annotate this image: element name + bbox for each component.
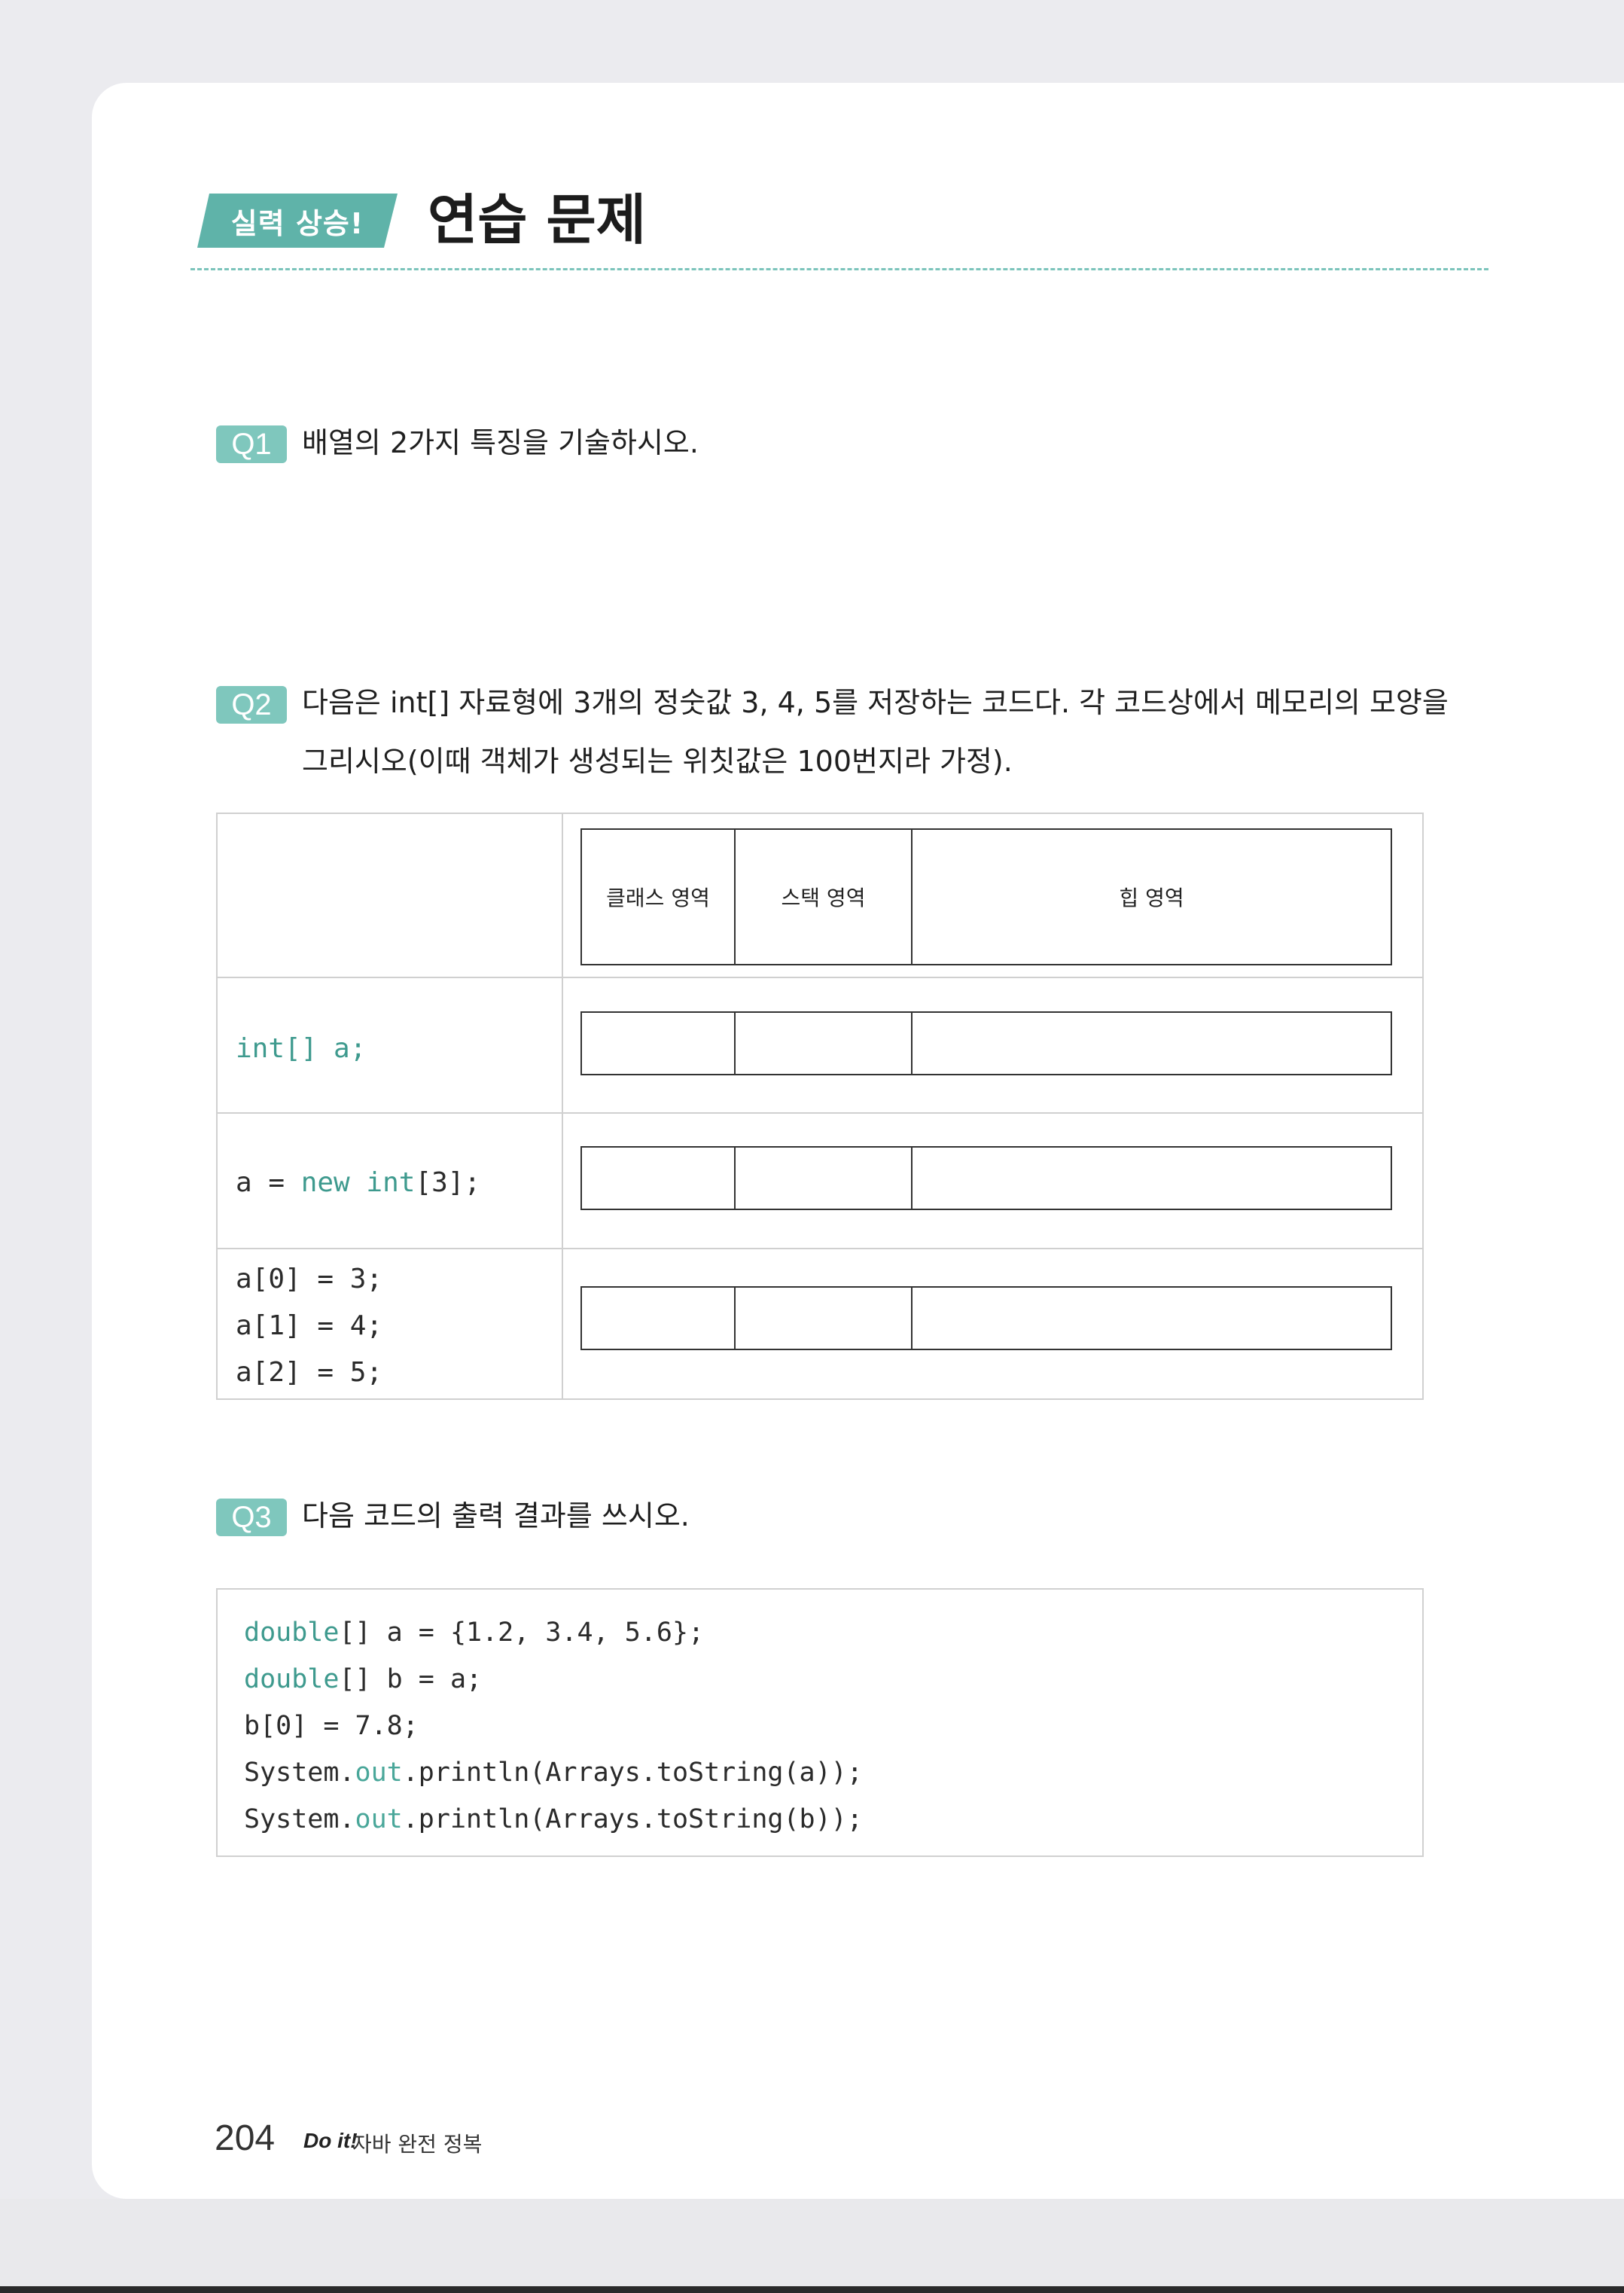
stack-area-header: 스택 영역 bbox=[736, 830, 913, 964]
memory-row2-box bbox=[580, 1146, 1392, 1210]
code-line-2: double[] b = a; bbox=[244, 1664, 483, 1694]
table-column-divider bbox=[562, 814, 563, 1398]
q2-badge: Q2 bbox=[216, 686, 287, 724]
class-area-cell bbox=[582, 1148, 736, 1209]
section-badge: 실력 상승! bbox=[197, 194, 398, 248]
heap-area-cell bbox=[913, 1288, 1391, 1349]
class-area-cell bbox=[582, 1013, 736, 1074]
memory-row1-box bbox=[580, 1011, 1392, 1075]
q2-text-line2: 그리시오(이때 객체가 생성되는 위칫값은 100번지라 가정). bbox=[302, 745, 1013, 778]
memory-table: 클래스 영역 스택 영역 힙 영역 int[] a; a = new int[3… bbox=[216, 813, 1424, 1400]
row2-code-text: a = new int[3]; bbox=[236, 1167, 481, 1198]
code-line: System.out.println(Arrays.toString(a)); bbox=[244, 1749, 863, 1796]
class-area-cell bbox=[582, 1288, 736, 1349]
page-bottom-margin bbox=[0, 2199, 1624, 2293]
q3-badge: Q3 bbox=[216, 1499, 287, 1536]
code-line-4: System.out.println(Arrays.toString(a)); bbox=[244, 1758, 863, 1788]
book-brand-logo: Do it! bbox=[303, 2129, 358, 2152]
code-line: double[] b = a; bbox=[244, 1656, 482, 1703]
stack-area-cell bbox=[736, 1288, 913, 1349]
q1-text: 배열의 2가지 특징을 기술하시오. bbox=[302, 426, 699, 459]
class-area-header: 클래스 영역 bbox=[582, 830, 736, 964]
book-title: 자바 완전 정복 bbox=[352, 2132, 483, 2157]
q3-text: 다음 코드의 출력 결과를 쓰시오. bbox=[302, 1499, 690, 1532]
section-title: 연습 문제 bbox=[428, 188, 647, 252]
row3-code-line3: a[2] = 5; bbox=[236, 1357, 383, 1388]
code-line: b[0] = 7.8; bbox=[244, 1703, 419, 1749]
heap-area-header: 힙 영역 bbox=[1119, 886, 1184, 910]
row1-code: int[] a; bbox=[236, 1026, 366, 1072]
code-line: System.out.println(Arrays.toString(b)); bbox=[244, 1796, 863, 1843]
row3-code-line1: a[0] = 3; bbox=[236, 1264, 383, 1294]
code-line-3: b[0] = 7.8; bbox=[244, 1711, 419, 1741]
stack-area-cell bbox=[736, 1013, 913, 1074]
table-row-divider bbox=[218, 977, 1422, 978]
row1-code-text: int[] a; bbox=[236, 1033, 367, 1064]
code-line-5: System.out.println(Arrays.toString(b)); bbox=[244, 1804, 863, 1834]
header-divider bbox=[190, 268, 1488, 270]
heap-area-cell bbox=[913, 1148, 1391, 1209]
scan-edge bbox=[0, 2286, 1624, 2293]
memory-header-box: 클래스 영역 스택 영역 힙 영역 bbox=[580, 828, 1392, 965]
row3-code-line2: a[1] = 4; bbox=[236, 1310, 383, 1341]
q2-text-line1: 다음은 int[] 자료형에 3개의 정숫값 3, 4, 5를 저장하는 코드다… bbox=[302, 686, 1449, 719]
table-row-divider bbox=[218, 1112, 1422, 1114]
code-line-1: double[] a = {1.2, 3.4, 5.6}; bbox=[244, 1618, 705, 1648]
code-line: double[] a = {1.2, 3.4, 5.6}; bbox=[244, 1609, 704, 1656]
code-block: double[] a = {1.2, 3.4, 5.6}; double[] b… bbox=[216, 1588, 1424, 1857]
page-number: 204 bbox=[215, 2118, 276, 2158]
memory-row3-box bbox=[580, 1286, 1392, 1350]
section-badge-label: 실력 상승! bbox=[230, 206, 364, 240]
heap-area-cell bbox=[913, 1013, 1391, 1074]
q1-badge: Q1 bbox=[216, 425, 287, 463]
stack-area-cell bbox=[736, 1148, 913, 1209]
row2-code: a = new int[3]; bbox=[236, 1160, 480, 1206]
table-row-divider bbox=[218, 1248, 1422, 1249]
